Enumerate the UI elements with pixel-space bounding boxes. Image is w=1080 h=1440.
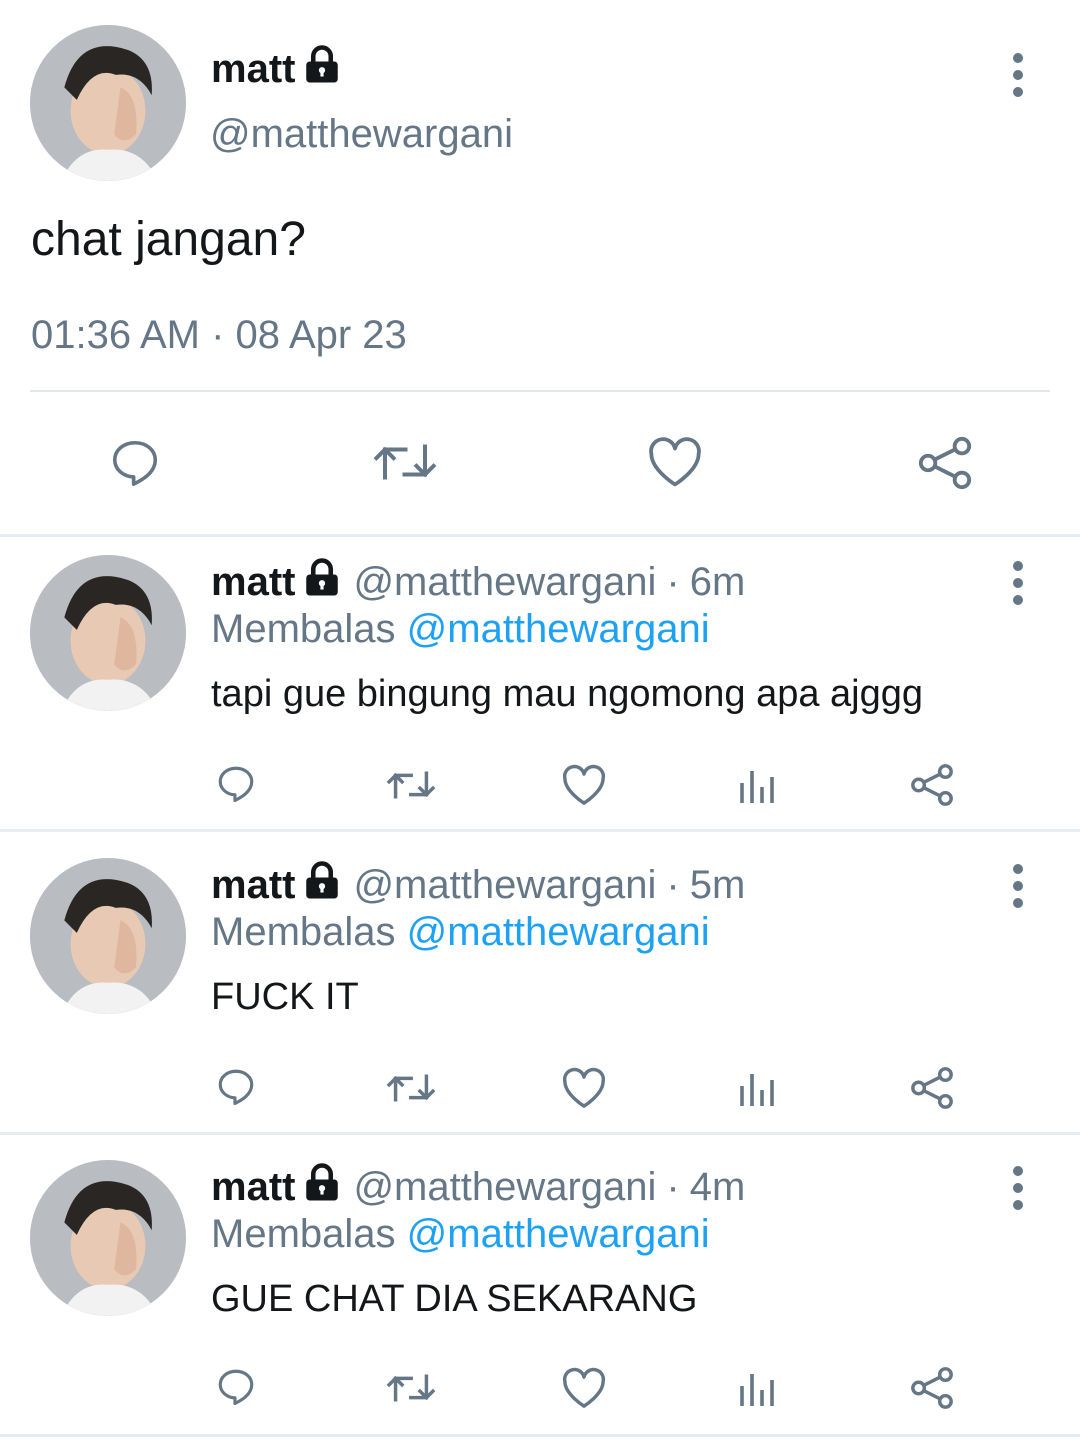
share-icon[interactable]	[916, 434, 974, 492]
more-options-icon[interactable]	[998, 45, 1038, 105]
reply-tweet[interactable]: matt @matthewargani · 5m Membalas @matthewa…	[0, 838, 1080, 1138]
retweet-icon[interactable]	[384, 1368, 438, 1408]
more-options-icon[interactable]	[998, 856, 1038, 916]
display-name[interactable]: matt	[211, 863, 295, 907]
retweet-icon[interactable]	[370, 436, 440, 488]
display-name[interactable]: matt	[211, 560, 295, 604]
relative-time: 6m	[689, 560, 746, 604]
replying-to: Membalas @matthewargani	[211, 1212, 710, 1256]
lock-icon	[301, 1162, 343, 1204]
like-icon[interactable]	[561, 1367, 607, 1409]
tweet-text: tapi gue bingung mau ngomong apa ajggg	[211, 673, 924, 715]
divider	[0, 1434, 1080, 1437]
reply-tweet[interactable]: matt @matthewargani · 6m Membalas @matthewa…	[0, 535, 1080, 835]
divider	[30, 390, 1050, 392]
avatar[interactable]	[30, 1160, 186, 1316]
analytics-icon[interactable]	[738, 1368, 778, 1408]
retweet-icon[interactable]	[384, 765, 438, 805]
separator: ·	[666, 863, 680, 907]
avatar[interactable]	[30, 555, 186, 711]
like-icon[interactable]	[561, 1067, 607, 1109]
lock-icon	[301, 557, 343, 599]
reply-tweet[interactable]: matt @matthewargani · 4m Membalas @matthewa…	[0, 1140, 1080, 1440]
mention-link[interactable]: @matthewargani	[407, 607, 710, 651]
more-options-icon[interactable]	[998, 553, 1038, 613]
tweet-text: GUE CHAT DIA SEKARANG	[211, 1278, 698, 1320]
like-icon[interactable]	[646, 436, 704, 488]
more-options-icon[interactable]	[998, 1158, 1038, 1218]
lock-icon	[301, 860, 343, 902]
timestamp: 01:36 AM · 08 Apr 23	[31, 313, 407, 357]
replying-to: Membalas @matthewargani	[211, 910, 710, 954]
retweet-icon[interactable]	[384, 1068, 438, 1108]
avatar[interactable]	[30, 25, 186, 181]
like-icon[interactable]	[561, 764, 607, 806]
share-icon[interactable]	[909, 1065, 955, 1111]
separator: ·	[666, 560, 680, 604]
relative-time: 4m	[689, 1165, 746, 1209]
tweet-text: FUCK IT	[211, 976, 359, 1018]
analytics-icon[interactable]	[738, 765, 778, 805]
divider	[0, 829, 1080, 832]
reply-icon[interactable]	[214, 1366, 258, 1408]
avatar[interactable]	[30, 858, 186, 1014]
handle[interactable]: @matthewargani	[353, 863, 656, 907]
divider	[0, 1132, 1080, 1135]
relative-time: 5m	[689, 863, 746, 907]
handle[interactable]: @matthewargani	[210, 110, 513, 158]
mention-link[interactable]: @matthewargani	[407, 1212, 710, 1256]
share-icon[interactable]	[909, 762, 955, 808]
tweet-text: chat jangan?	[31, 213, 306, 266]
replying-to: Membalas @matthewargani	[211, 607, 710, 651]
lock-icon	[301, 44, 343, 86]
reply-header: matt @matthewargani · 4m	[211, 1162, 745, 1211]
reply-icon[interactable]	[214, 1066, 258, 1108]
reply-header: matt @matthewargani · 5m	[211, 860, 745, 909]
handle[interactable]: @matthewargani	[353, 1165, 656, 1209]
separator: ·	[666, 1165, 680, 1209]
analytics-icon[interactable]	[738, 1068, 778, 1108]
reply-icon[interactable]	[106, 436, 164, 490]
share-icon[interactable]	[909, 1365, 955, 1411]
display-name[interactable]: matt	[211, 1165, 295, 1209]
handle[interactable]: @matthewargani	[353, 560, 656, 604]
reply-icon[interactable]	[214, 763, 258, 805]
reply-header: matt @matthewargani · 6m	[211, 557, 745, 606]
mention-link[interactable]: @matthewargani	[407, 910, 710, 954]
display-name[interactable]: matt	[211, 44, 343, 93]
